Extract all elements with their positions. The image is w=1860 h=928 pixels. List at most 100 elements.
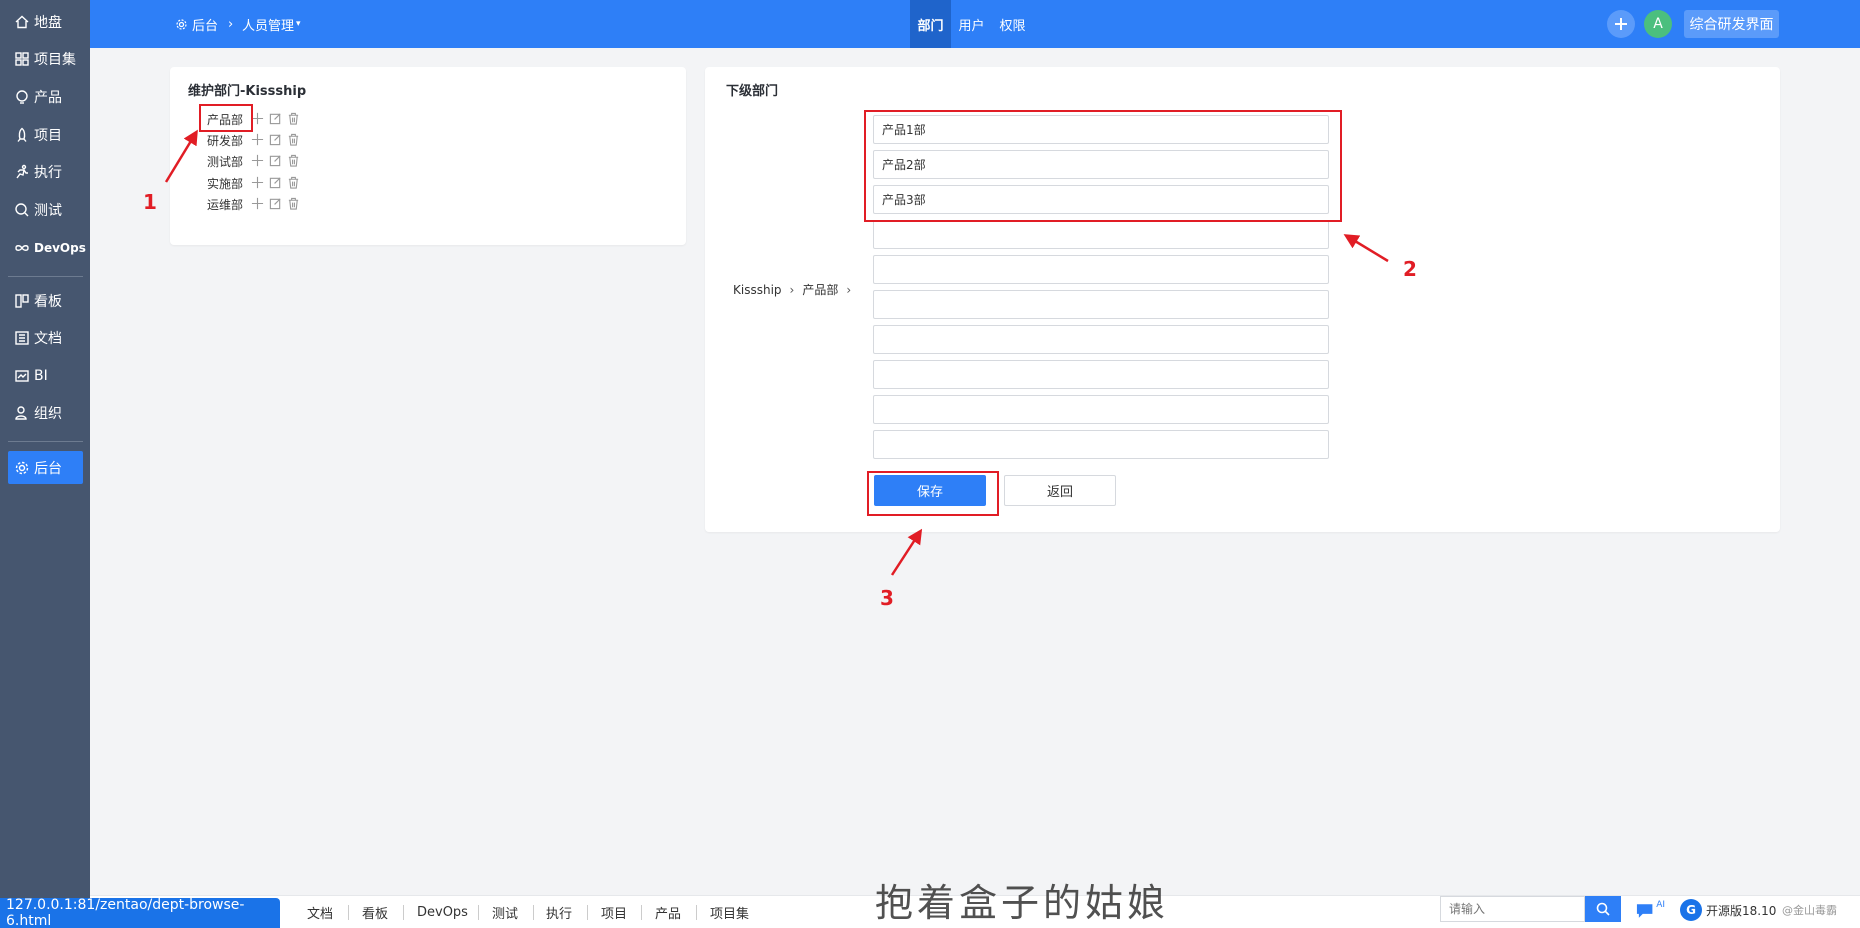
bottom-link-execution[interactable]: 执行 <box>546 896 572 928</box>
trash-icon[interactable] <box>287 133 301 147</box>
search-icon <box>1596 902 1610 916</box>
add-icon[interactable] <box>251 197 265 211</box>
dept-tree-panel: 维护部门-Kissship 产品部 研发部 测试部 实施部 运维部 <box>170 67 686 245</box>
breadcrumb-separator: › <box>228 16 234 32</box>
bottom-separator <box>533 905 534 920</box>
dept-name-input[interactable] <box>873 220 1329 249</box>
sidebar-item-label: 后台 <box>34 460 62 477</box>
bottom-link-product[interactable]: 产品 <box>655 896 681 928</box>
search-input[interactable] <box>1440 896 1585 922</box>
home-icon <box>14 14 30 30</box>
sidebar-divider <box>8 441 83 442</box>
trash-icon[interactable] <box>287 176 301 190</box>
dept-name-input[interactable] <box>873 360 1329 389</box>
tree-item-label[interactable]: 测试部 <box>207 153 247 170</box>
sidebar-item-product[interactable]: 产品 <box>8 80 83 113</box>
add-icon[interactable] <box>251 176 265 190</box>
add-icon[interactable] <box>251 112 265 126</box>
edit-icon[interactable] <box>269 112 283 126</box>
annotation-box-2 <box>864 110 1342 222</box>
annotation-number-2: 2 <box>1403 257 1417 281</box>
bottom-separator <box>641 905 642 920</box>
bottom-link-program[interactable]: 项目集 <box>710 896 749 928</box>
tab-dept[interactable]: 部门 <box>910 0 951 48</box>
sidebar-item-project[interactable]: 项目 <box>8 118 83 151</box>
dept-name-input[interactable] <box>873 325 1329 354</box>
sidebar-item-qa[interactable]: 测试 <box>8 193 83 226</box>
tree-item: 运维部 <box>207 195 301 213</box>
gear-icon <box>176 18 187 30</box>
trash-icon[interactable] <box>287 197 301 211</box>
panel-title: 下级部门 <box>726 84 779 99</box>
zentao-logo-icon: G <box>1680 899 1702 921</box>
search-button[interactable] <box>1585 896 1621 922</box>
sidebar-item-label: 组织 <box>34 405 62 422</box>
bottom-separator <box>348 905 349 920</box>
grid-icon <box>14 51 30 67</box>
sidebar-item-execution[interactable]: 执行 <box>8 155 83 188</box>
bottom-link-devops[interactable]: DevOps <box>417 896 468 928</box>
sidebar-item-bi[interactable]: BI <box>8 359 83 392</box>
people-icon <box>14 405 30 421</box>
tree-item: 研发部 <box>207 131 301 149</box>
back-button[interactable]: 返回 <box>1004 475 1116 506</box>
dept-name-input[interactable] <box>873 255 1329 284</box>
breadcrumb-current-label: 人员管理 <box>242 18 295 34</box>
create-button[interactable] <box>1607 10 1635 38</box>
add-icon[interactable] <box>251 154 265 168</box>
run-icon <box>14 164 30 180</box>
search-check-icon <box>14 202 30 218</box>
breadcrumb-root-label: 后台 <box>192 18 219 34</box>
edit-icon[interactable] <box>269 133 283 147</box>
avatar[interactable]: A <box>1644 10 1672 38</box>
trash-icon[interactable] <box>287 154 301 168</box>
tab-label: 权限 <box>999 18 1026 34</box>
bottom-link-project[interactable]: 项目 <box>601 896 627 928</box>
sidebar-item-label: 地盘 <box>34 14 62 31</box>
credit-text: @金山毒霸 <box>1782 904 1837 917</box>
sidebar-item-org[interactable]: 组织 <box>8 396 83 429</box>
sidebar-item-admin[interactable]: 后台 <box>8 451 83 484</box>
bottom-separator <box>478 905 479 920</box>
dept-path-root: Kissship <box>733 282 782 297</box>
tree-item-label[interactable]: 运维部 <box>207 196 247 213</box>
annotation-box-1 <box>199 104 253 132</box>
infinity-icon <box>14 240 30 256</box>
breadcrumb-current[interactable]: 人员管理 ▾ <box>242 0 301 48</box>
tab-label: 用户 <box>958 18 985 34</box>
ai-assistant-button[interactable]: AI <box>1635 898 1665 922</box>
version-label: 开源版18.10 <box>1706 903 1777 918</box>
edit-icon[interactable] <box>269 197 283 211</box>
trash-icon[interactable] <box>287 112 301 126</box>
sidebar-item-kanban[interactable]: 看板 <box>8 284 83 317</box>
sidebar-item-program[interactable]: 项目集 <box>8 42 83 75</box>
chart-icon <box>14 368 30 384</box>
sidebar-item-doc[interactable]: 文档 <box>8 321 83 354</box>
sidebar: 地盘 项目集 产品 项目 执行 测试 DevOps 看板 文档 BI 组织 后台 <box>0 0 90 928</box>
sidebar-item-home[interactable]: 地盘 <box>8 5 83 38</box>
tree-item: 实施部 <box>207 174 301 192</box>
plus-icon <box>1615 18 1627 30</box>
dept-name-input[interactable] <box>873 395 1329 424</box>
lightbulb-icon <box>14 89 30 105</box>
bottom-link-doc[interactable]: 文档 <box>307 896 333 928</box>
version-info[interactable]: G 开源版18.10 <box>1680 896 1776 924</box>
add-icon[interactable] <box>251 133 265 147</box>
sidebar-item-label: DevOps <box>34 240 86 255</box>
edit-icon[interactable] <box>269 154 283 168</box>
sidebar-item-devops[interactable]: DevOps <box>8 231 86 264</box>
dept-path: Kissship › 产品部 › <box>733 281 859 298</box>
tree-item-label[interactable]: 研发部 <box>207 132 247 149</box>
dept-name-input[interactable] <box>873 290 1329 319</box>
edit-icon[interactable] <box>269 176 283 190</box>
bottom-link-kanban[interactable]: 看板 <box>362 896 388 928</box>
dept-name-input[interactable] <box>873 430 1329 459</box>
bottom-link-qa[interactable]: 测试 <box>492 896 518 928</box>
tree-item: 测试部 <box>207 152 301 170</box>
tab-privilege[interactable]: 权限 <box>992 0 1033 48</box>
breadcrumb-root[interactable]: 后台 <box>175 0 218 48</box>
watermark: 抱着盒子的姑娘 <box>875 881 1170 925</box>
tree-item-label[interactable]: 实施部 <box>207 175 247 192</box>
tab-user[interactable]: 用户 <box>951 0 992 48</box>
workspace-switcher[interactable]: 综合研发界面 <box>1684 10 1779 38</box>
